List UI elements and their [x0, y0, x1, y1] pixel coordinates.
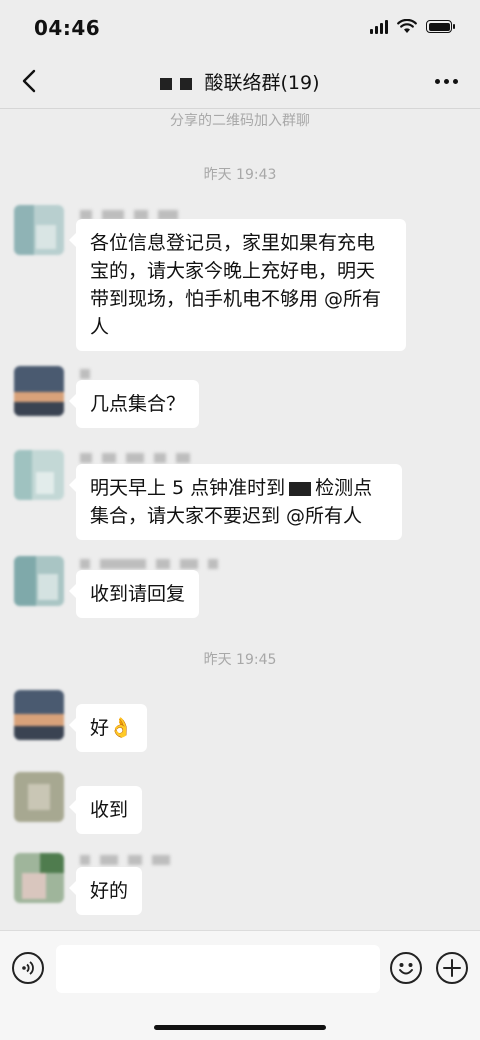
- timestamp: 昨天 19:43: [203, 167, 277, 183]
- plus-icon: [443, 959, 461, 977]
- emoji-button[interactable]: [390, 952, 422, 984]
- redaction: [289, 481, 312, 496]
- status-time: 04:46: [34, 16, 101, 40]
- nav-bar: 酸联络群(19): [0, 56, 480, 109]
- input-bar: [0, 930, 480, 1040]
- voice-button[interactable]: [12, 952, 44, 984]
- timestamp: 昨天 19:45: [203, 652, 277, 668]
- sender-name: [80, 852, 170, 868]
- status-icons: [370, 19, 455, 34]
- message-text: 好👌: [90, 717, 133, 739]
- title-redaction: [160, 73, 200, 95]
- message-text: 好的: [90, 880, 129, 902]
- voice-icon: [22, 961, 34, 975]
- wifi-icon: [397, 19, 417, 33]
- battery-icon: [426, 20, 455, 33]
- message-text-part-1: 明天早上 5 点钟准时到: [90, 477, 286, 499]
- avatar[interactable]: [14, 556, 64, 606]
- message-bubble[interactable]: 明天早上 5 点钟准时到 检测点集合，请大家不要迟到 @所有人: [69, 464, 402, 540]
- more-dots-icon: [434, 78, 440, 84]
- system-note: 分享的二维码加入群聊: [170, 113, 310, 129]
- message-bubble[interactable]: 收到请回复: [68, 570, 200, 618]
- message-bubble[interactable]: 各位信息登记员，家里如果有充电宝的，请大家今晚上充好电，明天带到现场，怕手机电不…: [69, 219, 406, 351]
- message-bubble[interactable]: 好👌: [69, 704, 147, 752]
- status-bar: 04:46: [0, 0, 480, 56]
- chat-title: 酸联络群(19): [204, 72, 320, 94]
- avatar[interactable]: [14, 853, 64, 903]
- chat-title-wrap[interactable]: 酸联络群(19): [0, 68, 480, 95]
- avatar[interactable]: [14, 205, 64, 255]
- home-indicator: [154, 1025, 326, 1030]
- emoji-icon: [399, 963, 413, 975]
- message-input[interactable]: [56, 945, 380, 993]
- signal-icon: [370, 19, 388, 34]
- message-bubble[interactable]: 几点集合？: [68, 380, 200, 428]
- message-text: 各位信息登记员，家里如果有充电宝的，请大家今晚上充好电，明天带到现场，怕手机电不…: [90, 232, 382, 338]
- message-text: 收到: [90, 799, 129, 821]
- avatar[interactable]: [14, 450, 64, 500]
- avatar[interactable]: [14, 366, 64, 416]
- message-text: 几点集合？: [90, 393, 186, 415]
- message-bubble[interactable]: 好的: [68, 867, 143, 915]
- avatar[interactable]: [14, 772, 64, 822]
- message-text: 收到请回复: [90, 583, 186, 605]
- avatar[interactable]: [14, 690, 64, 740]
- more-button[interactable]: [430, 68, 462, 94]
- plus-button[interactable]: [436, 952, 468, 984]
- message-bubble[interactable]: 收到: [68, 786, 143, 834]
